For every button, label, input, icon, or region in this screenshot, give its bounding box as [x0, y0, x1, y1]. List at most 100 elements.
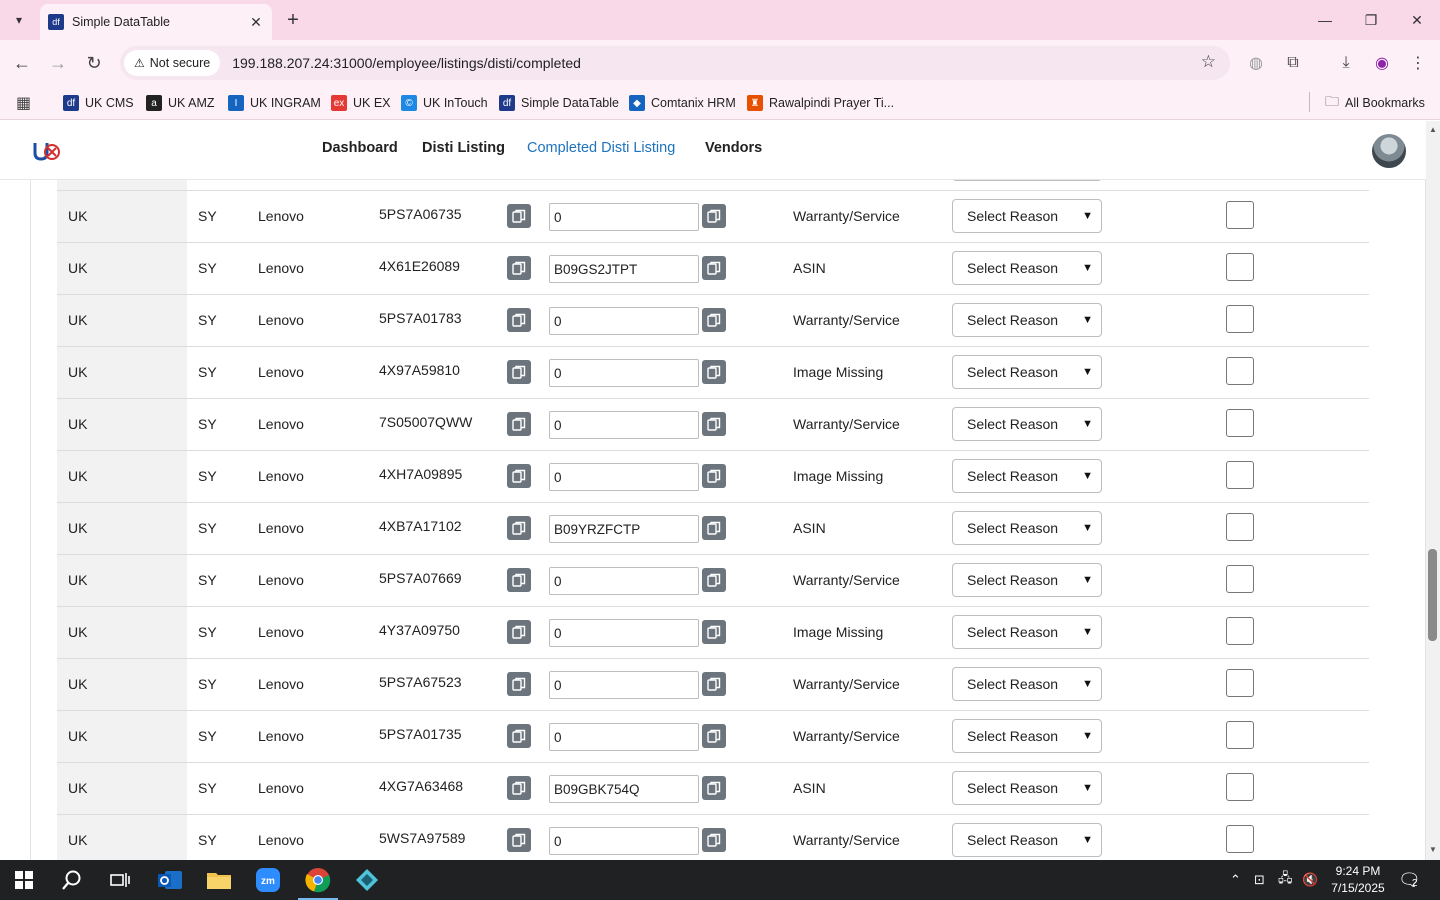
- security-chip[interactable]: ⚠ Not secure: [124, 50, 221, 76]
- row-checkbox[interactable]: [1226, 409, 1254, 437]
- scrollbar-thumb[interactable]: [1428, 549, 1437, 641]
- reason-select[interactable]: Select Reason ▼: [952, 771, 1102, 805]
- copy-sku-button[interactable]: [507, 776, 531, 800]
- row-checkbox[interactable]: [1226, 461, 1254, 489]
- zoom-icon[interactable]: zm: [244, 860, 292, 900]
- copy-sku-button[interactable]: [507, 360, 531, 384]
- value-input[interactable]: [549, 567, 699, 595]
- tray-volume-muted-icon[interactable]: 🔇: [1302, 860, 1318, 900]
- restore-icon[interactable]: ❐: [1356, 8, 1386, 32]
- bookmark-uk-cms[interactable]: df UK CMS: [63, 92, 134, 114]
- close-window-icon[interactable]: ✕: [1402, 8, 1432, 32]
- copy-value-button[interactable]: [702, 412, 726, 436]
- tab-close-icon[interactable]: ✕: [248, 14, 264, 31]
- minimize-icon[interactable]: —: [1310, 8, 1340, 32]
- scrollbar-track[interactable]: [1426, 121, 1440, 860]
- value-input[interactable]: [549, 827, 699, 855]
- nav-completed-disti-listing[interactable]: Completed Disti Listing: [527, 140, 675, 156]
- value-input[interactable]: [549, 671, 699, 699]
- row-checkbox[interactable]: [1226, 357, 1254, 385]
- reason-select[interactable]: Select Reason ▼: [952, 251, 1102, 285]
- reason-select[interactable]: Select Reason ▼: [952, 563, 1102, 597]
- copy-value-button[interactable]: [702, 828, 726, 852]
- value-input[interactable]: [549, 203, 699, 231]
- windows-start-icon[interactable]: [0, 860, 48, 900]
- reason-select[interactable]: Select Reason ▼: [952, 667, 1102, 701]
- nav-dashboard[interactable]: Dashboard: [322, 140, 398, 156]
- copy-sku-button[interactable]: [507, 464, 531, 488]
- tray-wifi-icon[interactable]: 🖧: [1278, 860, 1293, 900]
- copy-value-button[interactable]: [702, 568, 726, 592]
- copy-sku-button[interactable]: [507, 568, 531, 592]
- reason-select[interactable]: Select Reason ▼: [952, 719, 1102, 753]
- row-checkbox[interactable]: [1226, 305, 1254, 333]
- value-input[interactable]: [549, 723, 699, 751]
- copy-value-button[interactable]: [702, 360, 726, 384]
- reload-icon[interactable]: ↻: [81, 51, 107, 75]
- value-input[interactable]: [549, 619, 699, 647]
- copy-sku-button[interactable]: [507, 308, 531, 332]
- copy-value-button[interactable]: [702, 256, 726, 280]
- row-checkbox[interactable]: [1226, 617, 1254, 645]
- row-checkbox[interactable]: [1226, 253, 1254, 281]
- bookmark-uk-amz[interactable]: a UK AMZ: [146, 92, 215, 114]
- row-checkbox[interactable]: [1226, 201, 1254, 229]
- reason-select[interactable]: Select Reason ▼: [952, 199, 1102, 233]
- bookmark-comtanix-hrm[interactable]: ◆ Comtanix HRM: [629, 92, 736, 114]
- tray-network-vpn-icon[interactable]: ⊡: [1254, 860, 1265, 900]
- uk-logo-icon[interactable]: [32, 139, 60, 163]
- copy-sku-button[interactable]: [507, 724, 531, 748]
- scroll-up-icon[interactable]: ▲: [1428, 125, 1438, 134]
- download-icon[interactable]: ⤓: [1334, 52, 1358, 74]
- nav-vendors[interactable]: Vendors: [705, 140, 762, 156]
- task-view-icon[interactable]: [96, 860, 144, 900]
- copy-sku-button[interactable]: [507, 620, 531, 644]
- value-input[interactable]: [549, 307, 699, 335]
- value-input[interactable]: [549, 411, 699, 439]
- copy-value-button[interactable]: [702, 308, 726, 332]
- all-bookmarks[interactable]: 🗀 All Bookmarks: [1325, 92, 1425, 114]
- copy-value-button[interactable]: [702, 464, 726, 488]
- extensions-puzzle-icon[interactable]: ⧉: [1281, 52, 1305, 74]
- chrome-icon[interactable]: [294, 860, 342, 900]
- bookmark-star-icon[interactable]: ☆: [1201, 52, 1216, 72]
- copy-sku-button[interactable]: [507, 672, 531, 696]
- value-input[interactable]: [549, 775, 699, 803]
- tab-search-chevron-icon[interactable]: ▾: [6, 8, 32, 32]
- scroll-down-icon[interactable]: ▼: [1428, 845, 1438, 854]
- copy-sku-button[interactable]: [507, 412, 531, 436]
- notification-center-icon[interactable]: 🗨 2: [1398, 860, 1421, 900]
- bookmark-simple-datatable[interactable]: df Simple DataTable: [499, 92, 619, 114]
- copy-sku-button[interactable]: [507, 828, 531, 852]
- row-checkbox[interactable]: [1226, 565, 1254, 593]
- url-text[interactable]: 199.188.207.24:31000/employee/listings/d…: [232, 55, 581, 71]
- avatar[interactable]: [1372, 134, 1406, 168]
- row-checkbox[interactable]: [1226, 513, 1254, 541]
- bookmark-uk-ex[interactable]: ex UK EX: [331, 92, 391, 114]
- copy-value-button[interactable]: [702, 776, 726, 800]
- file-explorer-icon[interactable]: [195, 860, 243, 900]
- search-icon[interactable]: [48, 860, 96, 900]
- reason-select[interactable]: Select Reason ▼: [952, 459, 1102, 493]
- new-tab-plus-icon[interactable]: +: [282, 8, 304, 32]
- address-bar[interactable]: ⚠ Not secure 199.188.207.24:31000/employ…: [120, 46, 1230, 80]
- copy-value-button[interactable]: [702, 724, 726, 748]
- globe-icon[interactable]: ◍: [1244, 52, 1268, 74]
- nav-disti-listing[interactable]: Disti Listing: [422, 140, 505, 156]
- reason-select[interactable]: Select Reason ▼: [952, 823, 1102, 857]
- bookmark-uk-intouch[interactable]: © UK InTouch: [401, 92, 488, 114]
- reason-select[interactable]: Select Reason ▼: [952, 615, 1102, 649]
- value-input[interactable]: [549, 515, 699, 543]
- apps-grid-icon[interactable]: ▦: [16, 92, 31, 114]
- copy-value-button[interactable]: [702, 516, 726, 540]
- row-checkbox[interactable]: [1226, 721, 1254, 749]
- reason-select[interactable]: Select Reason ▼: [952, 407, 1102, 441]
- reason-select[interactable]: Select Reason ▼: [952, 303, 1102, 337]
- browser-tab[interactable]: df Simple DataTable ✕: [40, 4, 272, 40]
- reason-select[interactable]: Select Reason ▼: [952, 511, 1102, 545]
- copy-sku-button[interactable]: [507, 256, 531, 280]
- app-diamond-icon[interactable]: [343, 860, 391, 900]
- bookmark-uk-ingram[interactable]: I UK INGRAM: [228, 92, 321, 114]
- copy-value-button[interactable]: [702, 672, 726, 696]
- value-input[interactable]: [549, 463, 699, 491]
